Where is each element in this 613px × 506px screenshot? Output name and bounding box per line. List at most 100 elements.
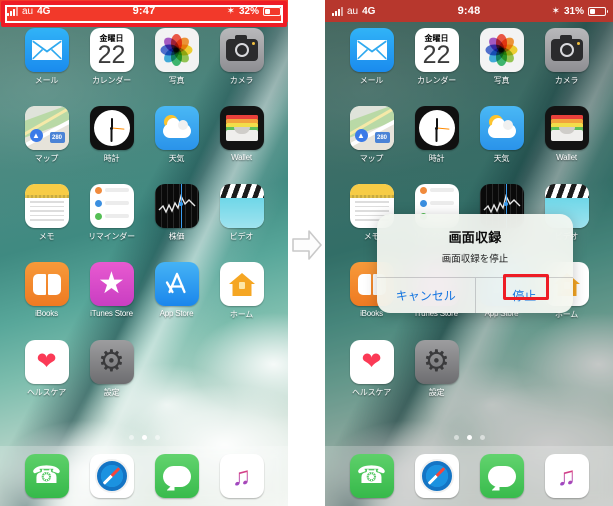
app-icon-wallet[interactable]: Wallet <box>209 106 274 164</box>
clock-second-hand <box>111 127 125 130</box>
app-icon-ibooks[interactable]: iBooks <box>14 262 79 320</box>
notes-header-glyph <box>24 184 69 195</box>
app-icon-itunes-store[interactable]: ★ iTunes Store <box>79 262 144 320</box>
settings-icon: ⚙ <box>414 340 459 384</box>
app-label: ビデオ <box>229 232 254 241</box>
videos-clapper-glyph <box>544 184 589 198</box>
app-icon-camera[interactable]: カメラ <box>209 28 274 86</box>
cancel-button[interactable]: キャンセル <box>377 278 475 313</box>
app-icon-mail[interactable]: メール <box>14 28 79 86</box>
app-icon-weather[interactable]: 天気 <box>469 106 534 164</box>
app-icon-maps[interactable]: ▲ 280 マップ <box>14 106 79 164</box>
app-icon-camera[interactable]: カメラ <box>534 28 599 86</box>
app-label: 天気 <box>168 154 185 163</box>
safari-icon[interactable] <box>89 454 134 498</box>
health-heart-glyph: ❤ <box>36 348 57 375</box>
weather-cloud-glyph <box>162 118 191 138</box>
wallet-cards-glyph <box>550 115 583 141</box>
settings-gear-glyph: ⚙ <box>98 345 125 378</box>
app-icon-stocks[interactable]: 株価 <box>144 184 209 242</box>
safari-icon[interactable] <box>414 454 459 498</box>
alert-title: 画面収録 <box>448 230 502 245</box>
screen-recording-alert: 画面収録 画面収録を停止 キャンセル 停止 <box>377 214 573 313</box>
stocks-cursor-dot <box>178 202 183 206</box>
app-icon-health[interactable]: ❤ ヘルスケア <box>14 340 79 398</box>
mail-icon <box>349 28 394 72</box>
network-type-label: 4G <box>37 5 51 17</box>
notes-icon <box>24 184 69 228</box>
health-heart-glyph: ❤ <box>361 348 382 375</box>
arrow-right-icon <box>291 228 323 262</box>
page-dot <box>128 435 134 440</box>
page-dot-active <box>141 435 147 440</box>
bluetooth-icon: ✶ <box>226 5 235 17</box>
app-icon-videos[interactable]: ビデオ <box>209 184 274 242</box>
app-icon-mail[interactable]: メール <box>339 28 404 86</box>
app-icon-health[interactable]: ❤ ヘルスケア <box>339 340 404 398</box>
app-icon-notes[interactable]: メモ <box>14 184 79 242</box>
notes-header-glyph <box>349 184 394 195</box>
app-label: 時計 <box>103 154 120 163</box>
page-dot <box>453 435 459 440</box>
status-bar: au 4G 9:48 ✶ 31% <box>325 0 613 22</box>
app-icon-maps[interactable]: ▲ 280 マップ <box>339 106 404 164</box>
app-icon-calendar[interactable]: 金曜日 22 カレンダー <box>404 28 469 86</box>
app-icon-photos[interactable]: 写真 <box>144 28 209 86</box>
maps-icon: ▲ 280 <box>349 106 394 150</box>
camera-body-glyph <box>550 35 583 61</box>
phone-icon[interactable]: ☎ <box>24 454 69 498</box>
bluetooth-icon: ✶ <box>551 5 560 17</box>
alert-message: 画面収録を停止 <box>441 254 509 265</box>
phone-icon[interactable]: ☎ <box>349 454 394 498</box>
messages-icon[interactable] <box>154 454 199 498</box>
photos-icon <box>154 28 199 72</box>
clock-minute-hand <box>435 128 438 142</box>
stop-button[interactable]: 停止 <box>474 278 574 313</box>
ibooks-book-glyph <box>32 273 61 295</box>
app-icon-calendar[interactable]: 金曜日 22 カレンダー <box>79 28 144 86</box>
app-store-a-glyph <box>165 272 186 294</box>
itunes-store-icon: ★ <box>89 262 134 306</box>
page-indicator[interactable] <box>0 435 288 440</box>
music-icon[interactable]: ♫ <box>544 454 589 498</box>
app-icon-settings[interactable]: ⚙ 設定 <box>404 340 469 398</box>
app-icon-photos[interactable]: 写真 <box>469 28 534 86</box>
maps-location-pin: ▲ <box>354 129 368 142</box>
app-label: リマインダー <box>88 232 135 241</box>
app-label: ヘルスケア <box>27 388 66 397</box>
camera-lens-glyph <box>234 43 249 57</box>
carrier-label: au <box>22 5 34 17</box>
settings-gear-glyph: ⚙ <box>423 345 450 378</box>
app-icon-weather[interactable]: 天気 <box>144 106 209 164</box>
videos-screen-glyph <box>219 198 264 228</box>
stocks-cursor-dot <box>503 202 508 206</box>
dock: ☎ ♫ <box>325 446 613 506</box>
alert-actions: キャンセル 停止 <box>377 277 573 313</box>
camera-body-glyph <box>225 35 258 61</box>
photos-flower-glyph <box>160 33 194 67</box>
app-label: メール <box>359 76 384 85</box>
app-label: 写真 <box>493 76 510 85</box>
app-icon-app-store[interactable]: App Store <box>144 262 209 320</box>
clock-minute-hand <box>110 128 113 142</box>
app-label: マップ <box>34 154 59 163</box>
app-label: 写真 <box>168 76 185 85</box>
notes-lines-glyph <box>25 198 69 228</box>
app-icon-reminders[interactable]: リマインダー <box>79 184 144 242</box>
app-icon-clock[interactable]: 時計 <box>79 106 144 164</box>
app-icon-settings[interactable]: ⚙ 設定 <box>79 340 144 398</box>
app-icon-wallet[interactable]: Wallet <box>534 106 599 164</box>
stocks-line-glyph <box>158 193 195 214</box>
app-label: iTunes Store <box>90 309 133 318</box>
calendar-icon: 金曜日 22 <box>414 28 459 72</box>
battery-percent-label: 32% <box>238 5 259 17</box>
music-icon[interactable]: ♫ <box>219 454 264 498</box>
maps-location-pin: ▲ <box>29 129 43 142</box>
app-icon-home-app[interactable]: ホーム <box>209 262 274 320</box>
weather-icon <box>479 106 524 150</box>
page-dot <box>154 435 160 440</box>
health-icon: ❤ <box>349 340 394 384</box>
messages-icon[interactable] <box>479 454 524 498</box>
app-icon-clock[interactable]: 時計 <box>404 106 469 164</box>
page-indicator[interactable] <box>325 435 613 440</box>
